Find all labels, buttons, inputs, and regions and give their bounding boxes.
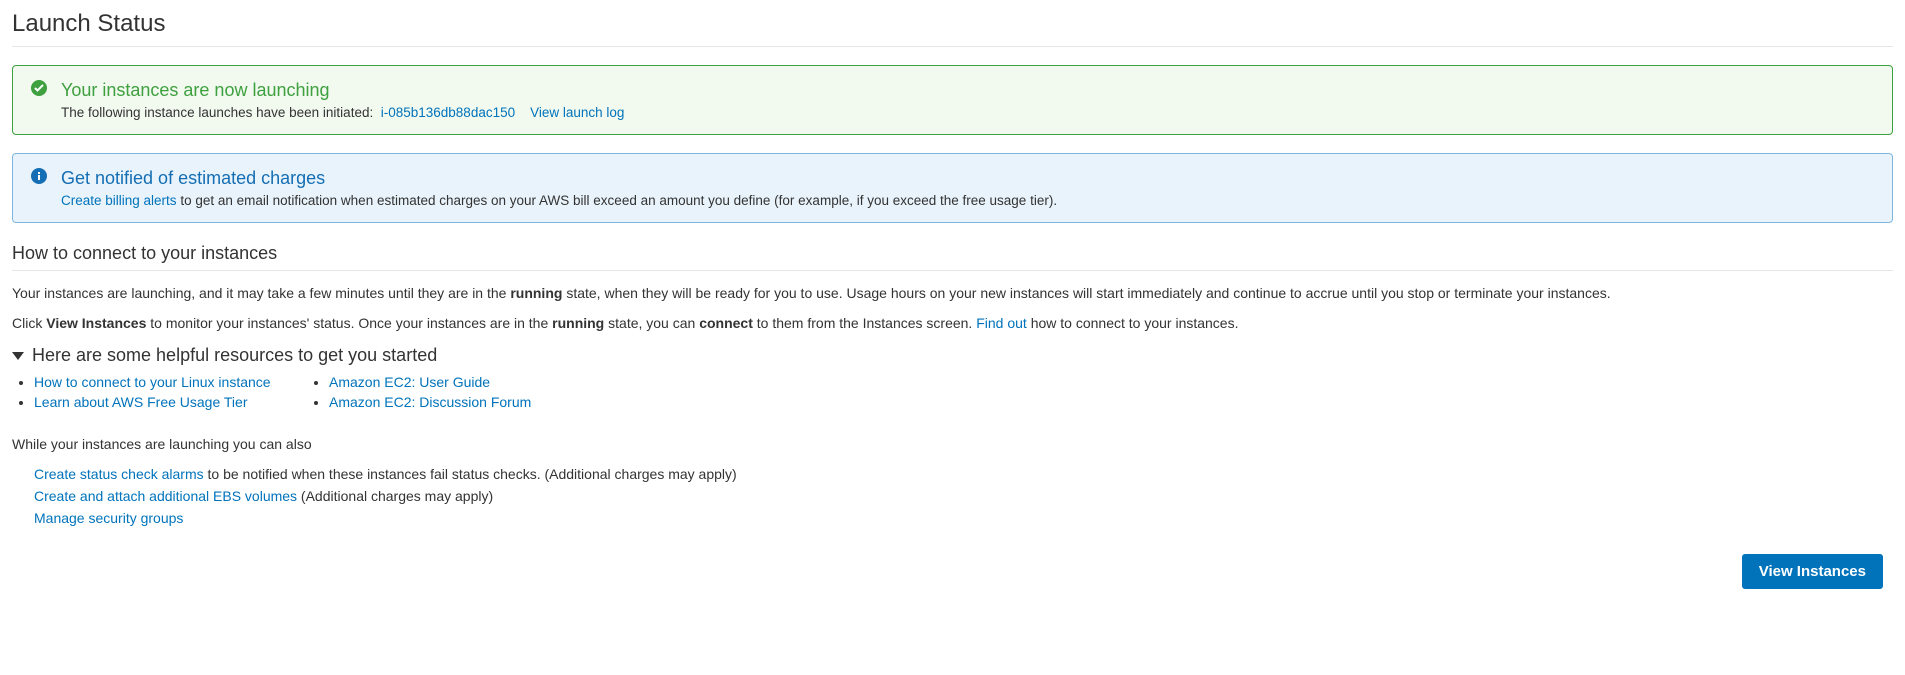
resource-link[interactable]: Amazon EC2: Discussion Forum xyxy=(329,394,531,410)
page-title: Launch Status xyxy=(12,10,1893,47)
alert-title: Your instances are now launching xyxy=(61,80,1874,101)
resource-link[interactable]: Amazon EC2: User Guide xyxy=(329,374,490,390)
how-to-connect-para2: Click View Instances to monitor your ins… xyxy=(12,315,1893,331)
manage-security-groups-link[interactable]: Manage security groups xyxy=(34,510,183,526)
create-ebs-volumes-link[interactable]: Create and attach additional EBS volumes xyxy=(34,488,297,504)
resources-heading: Here are some helpful resources to get y… xyxy=(32,345,437,366)
launch-success-alert: Your instances are now launching The fol… xyxy=(12,65,1893,135)
also-intro: While your instances are launching you c… xyxy=(12,436,1893,452)
how-to-connect-para1: Your instances are launching, and it may… xyxy=(12,285,1893,301)
alert-text: to get an email notification when estima… xyxy=(180,193,1057,208)
alert-pretext: The following instance launches have bee… xyxy=(61,105,373,120)
create-status-alarms-link[interactable]: Create status check alarms xyxy=(34,466,204,482)
instance-id-link[interactable]: i-085b136db88dac150 xyxy=(381,105,515,120)
resource-link[interactable]: Learn about AWS Free Usage Tier xyxy=(34,394,247,410)
caret-down-icon xyxy=(12,352,24,360)
resources-collapse-toggle[interactable]: Here are some helpful resources to get y… xyxy=(12,345,1893,366)
resource-link[interactable]: How to connect to your Linux instance xyxy=(34,374,271,390)
view-launch-log-link[interactable]: View launch log xyxy=(530,105,624,120)
billing-info-alert: Get notified of estimated charges Create… xyxy=(12,153,1893,223)
alert-title: Get notified of estimated charges xyxy=(61,168,1874,189)
how-to-connect-heading: How to connect to your instances xyxy=(12,243,1893,271)
view-instances-button[interactable]: View Instances xyxy=(1742,554,1883,589)
check-circle-icon xyxy=(31,80,61,99)
find-out-link[interactable]: Find out xyxy=(976,315,1027,331)
create-billing-alerts-link[interactable]: Create billing alerts xyxy=(61,193,177,208)
info-circle-icon xyxy=(31,168,61,187)
